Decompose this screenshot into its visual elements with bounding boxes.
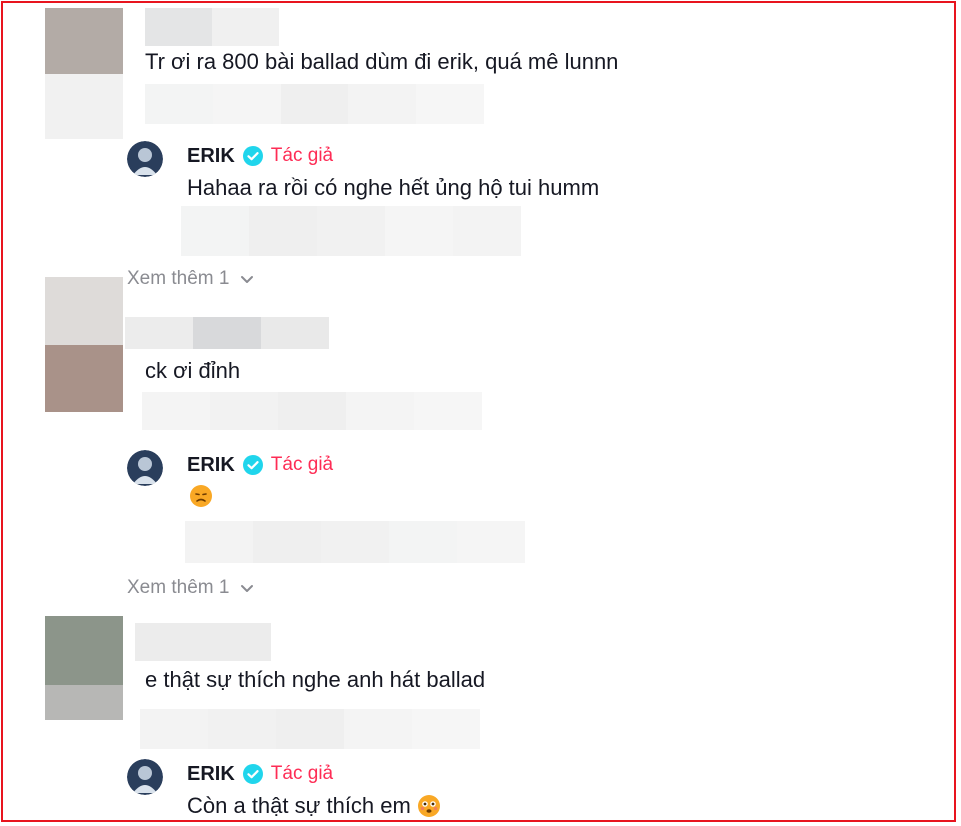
verified-icon [242,764,263,784]
verified-icon [242,146,263,166]
view-more-label: Xem thêm 1 [127,268,230,289]
comment-text: ck ơi đỉnh [145,358,241,383]
creator-badge: Tác giả [270,454,334,475]
author-name[interactable]: ERIK [187,145,235,168]
view-more-replies[interactable]: Xem thêm 1 [127,577,255,599]
user-avatar[interactable] [45,8,123,139]
author-avatar[interactable] [127,759,163,795]
user-avatar[interactable] [45,277,123,412]
username-redacted[interactable] [125,317,329,349]
disappointed-face-icon [190,485,212,507]
author-name[interactable]: ERIK [187,454,235,477]
view-more-label: Xem thêm 1 [127,577,230,598]
comment-actions-redacted [142,392,482,430]
comment-actions-redacted [145,84,484,124]
chevron-down-icon [241,585,254,592]
comment-actions-redacted [140,709,480,749]
comment-text: e thật sự thích nghe anh hát ballad [145,667,486,692]
view-more-replies[interactable]: Xem thêm 1 [127,268,255,290]
username-redacted[interactable] [145,8,279,46]
comment-text: Tr ơi ra 800 bài ballad dùm đi erik, quá… [145,49,619,74]
reply-actions-redacted [185,521,525,563]
flushed-face-icon [417,795,440,817]
reply-text: Hahaa ra rồi có nghe hết ủng hộ tui humm [187,175,600,200]
creator-badge: Tác giả [270,145,334,166]
reply-text [189,484,213,508]
creator-badge: Tác giả [270,763,334,784]
reply-row: Còn a thật sự thích em [187,792,441,820]
username-redacted[interactable] [135,623,271,661]
chevron-down-icon [241,276,254,283]
user-avatar[interactable] [45,616,123,720]
author-avatar[interactable] [127,450,163,486]
reply-text: Còn a thật sự thích em [187,793,411,818]
verified-icon [242,455,263,475]
author-avatar[interactable] [127,141,163,177]
reply-actions-redacted [181,206,521,256]
author-name[interactable]: ERIK [187,763,235,786]
